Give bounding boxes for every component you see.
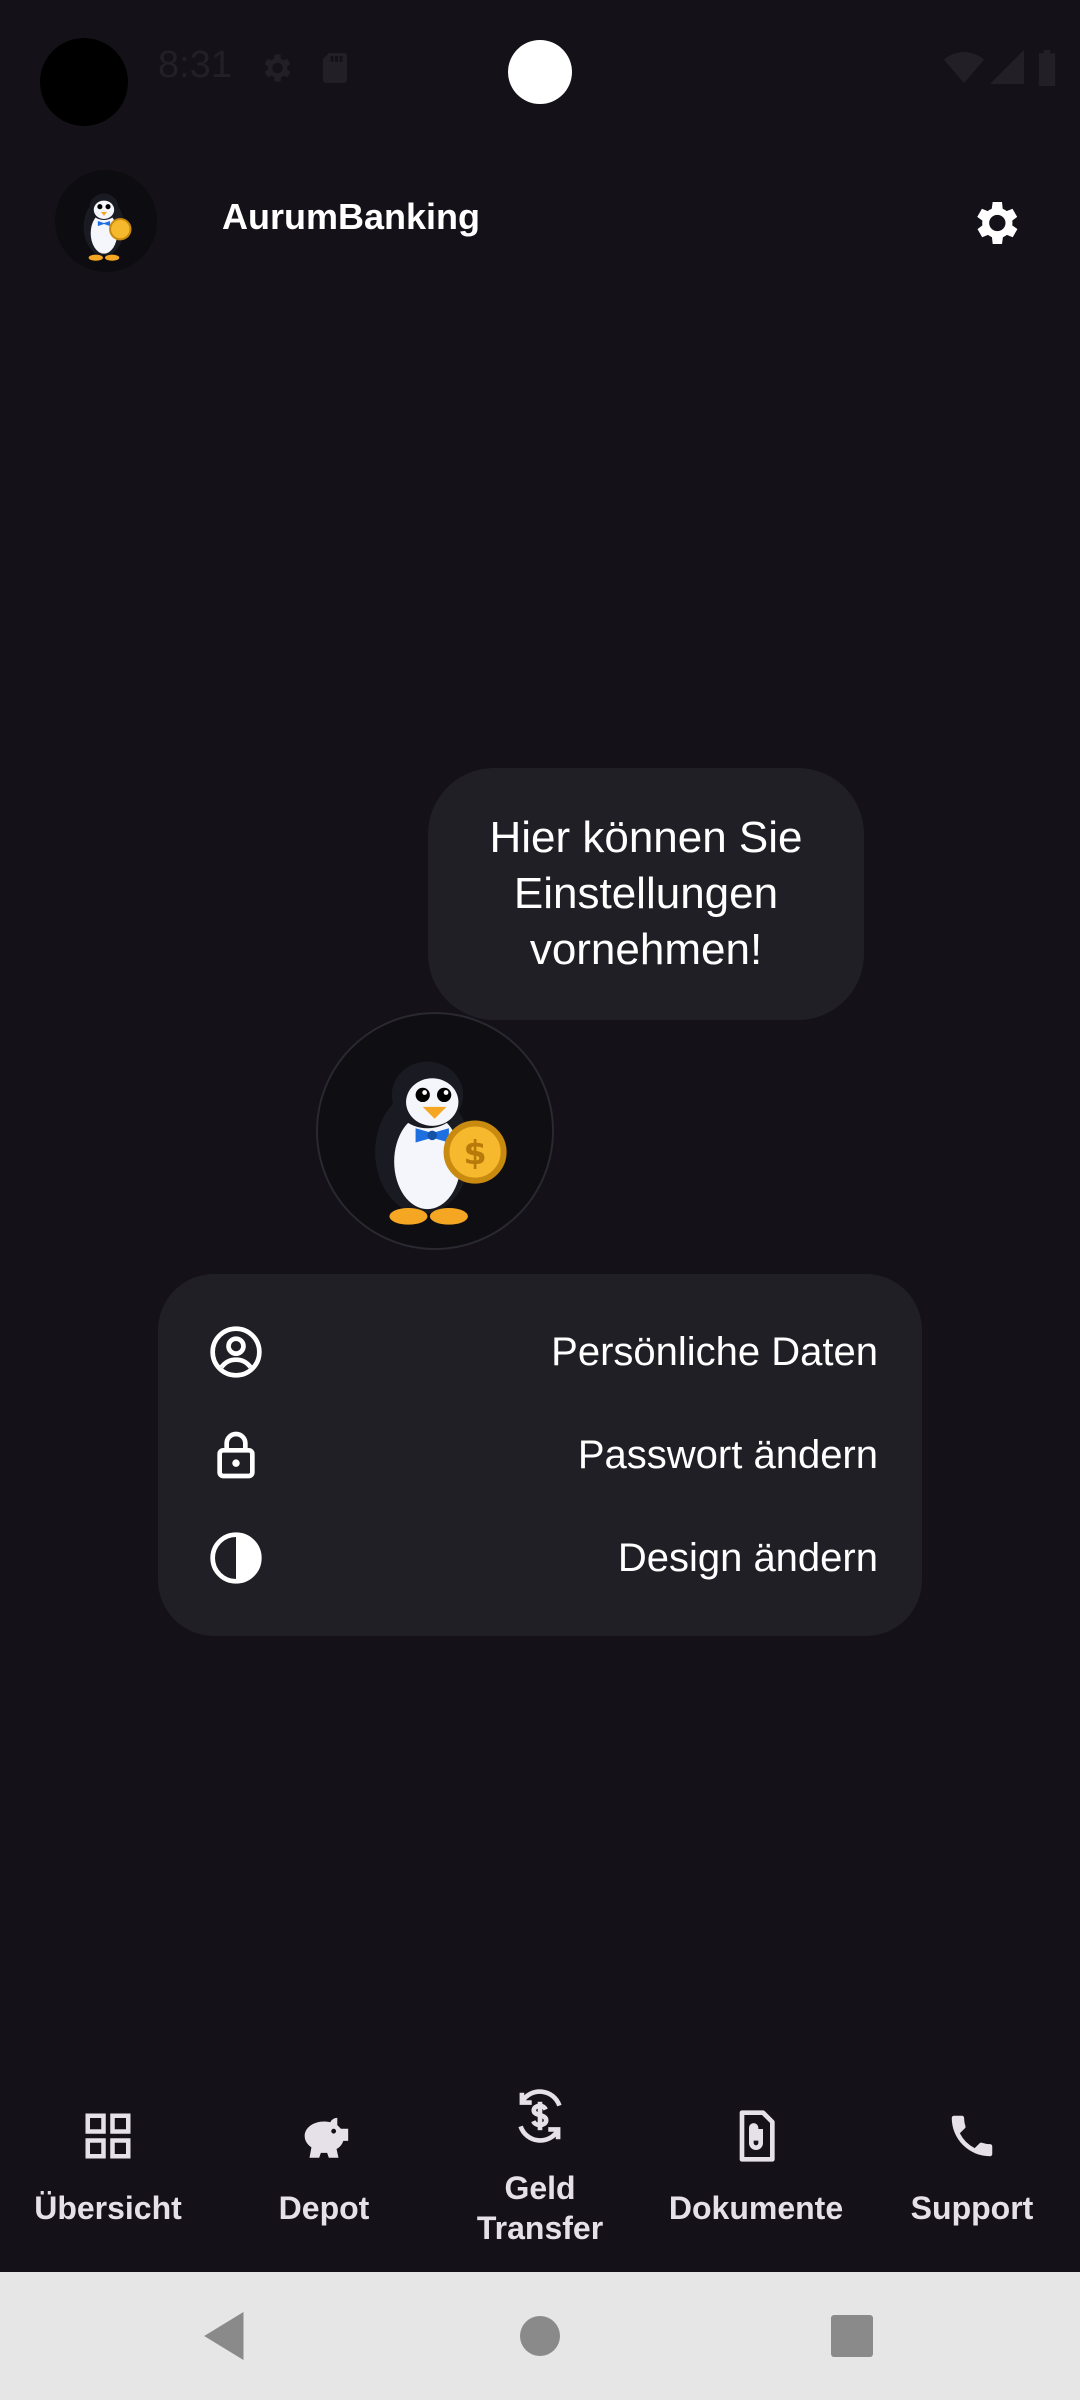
recents-icon[interactable]: [822, 2306, 882, 2366]
app-header: AurumBanking: [0, 160, 1080, 280]
phone-icon: [940, 2104, 1004, 2168]
status-time: 8:31: [158, 44, 232, 86]
nav-item-overview[interactable]: Übersicht: [0, 2060, 216, 2272]
menu-item-label: Persönliche Daten: [551, 1329, 878, 1374]
nav-label-line2: Transfer: [476, 2210, 604, 2246]
settings-menu-card: Persönliche Daten Passwort ändern Design…: [158, 1274, 922, 1636]
account-circle-icon: [206, 1322, 266, 1382]
contrast-icon: [206, 1528, 266, 1588]
system-navigation-bar: [0, 2272, 1080, 2400]
app-title: AurumBanking: [222, 196, 481, 237]
speech-bubble: Hier können Sie Einstellungen vornehmen!: [428, 768, 864, 1020]
menu-item-personal-data[interactable]: Persönliche Daten: [158, 1302, 922, 1402]
settings-button[interactable]: [960, 188, 1030, 258]
battery-icon: [1036, 50, 1058, 91]
menu-item-label: Passwort ändern: [577, 1432, 878, 1477]
settings-screen: 8:31 AurumBanking Hier können Sie Einste…: [0, 0, 1080, 2400]
nav-label: Support: [910, 2190, 1034, 2226]
home-icon[interactable]: [510, 2306, 570, 2366]
nav-label: Übersicht: [34, 2190, 182, 2226]
signal-icon: [990, 50, 1024, 89]
svg-text:$: $: [463, 1133, 486, 1172]
piggy-bank-icon: [292, 2104, 356, 2168]
attachment-file-icon: [724, 2104, 788, 2168]
front-camera: [508, 40, 572, 104]
currency-exchange-icon: [508, 2084, 572, 2148]
status-bar: 8:31: [0, 0, 1080, 140]
menu-item-change-design[interactable]: Design ändern: [158, 1508, 922, 1608]
wifi-icon: [944, 50, 984, 91]
camera-cutout: [40, 38, 128, 126]
sd-card-icon: [318, 50, 352, 91]
penguin-mascot-icon: $: [316, 1012, 554, 1250]
nav-item-documents[interactable]: Dokumente: [648, 2060, 864, 2272]
menu-item-label: Design ändern: [617, 1535, 878, 1580]
nav-label: Depot: [278, 2190, 370, 2226]
bottom-navigation: Übersicht Depot Geld Transfer Dokumente: [0, 2060, 1080, 2272]
lock-icon: [206, 1425, 266, 1485]
grid-icon: [76, 2104, 140, 2168]
gear-icon: [977, 202, 1018, 244]
menu-item-change-password[interactable]: Passwort ändern: [158, 1405, 922, 1505]
nav-item-money-transfer[interactable]: Geld Transfer: [432, 2060, 648, 2272]
nav-item-depot[interactable]: Depot: [216, 2060, 432, 2272]
penguin-logo-icon[interactable]: [55, 170, 157, 272]
gear-status-icon: [258, 50, 294, 91]
nav-item-support[interactable]: Support: [864, 2060, 1080, 2272]
nav-label: Dokumente: [668, 2190, 844, 2226]
back-icon[interactable]: [196, 2306, 256, 2366]
nav-label-line1: Geld: [504, 2170, 576, 2206]
